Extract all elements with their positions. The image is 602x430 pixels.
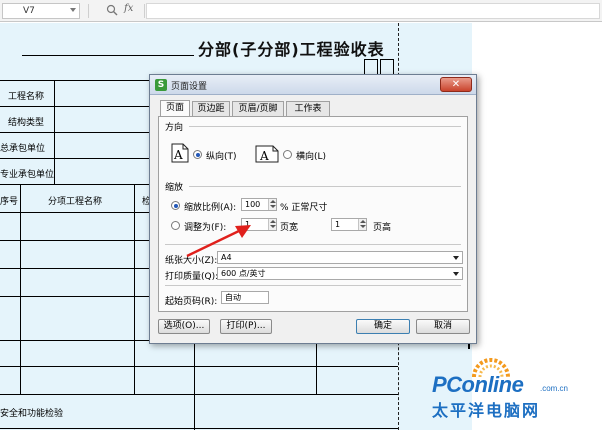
tab-sheet[interactable]: 工作表	[286, 101, 330, 116]
page-setup-dialog: S 页面设置 ✕ 页面 页边距 页眉/页脚 工作表 方向 A 纵向(T) A 横…	[149, 74, 477, 344]
header-cell-index: 序号	[0, 197, 19, 207]
formula-bar: V7 fx	[0, 0, 602, 22]
fit-tall-input[interactable]: 1	[331, 218, 367, 231]
orientation-group-label: 方向	[165, 123, 184, 133]
chevron-down-icon[interactable]	[453, 256, 459, 260]
scale-ratio-value: 100	[245, 200, 261, 209]
portrait-radio[interactable]	[193, 150, 202, 159]
table-border	[0, 394, 398, 395]
print-button[interactable]: 打印(P)...	[220, 319, 272, 334]
dialog-titlebar[interactable]: S 页面设置 ✕	[150, 75, 476, 95]
scale-ratio-label: 缩放比例(A):	[184, 203, 237, 213]
row-label-general-contractor: 总承包单位	[0, 144, 46, 154]
group-divider	[189, 186, 461, 187]
print-quality-label: 打印质量(Q):	[165, 272, 219, 282]
table-border	[54, 80, 55, 184]
svg-text:A: A	[259, 149, 269, 163]
table-border	[316, 340, 317, 394]
landscape-page-icon: A	[255, 145, 279, 163]
tab-panel-page: 方向 A 纵向(T) A 横向(L) 缩放 缩放比例(A): 100 % 正常尺…	[158, 116, 468, 312]
header-cell-item-name: 分项工程名称	[48, 197, 103, 207]
scale-ratio-suffix: % 正常尺寸	[280, 203, 328, 213]
table-border	[134, 184, 135, 394]
annotation-arrow-icon	[186, 225, 251, 258]
dialog-title: 页面设置	[171, 82, 208, 92]
table-border	[0, 366, 398, 367]
fit-tall-suffix: 页高	[373, 223, 392, 233]
fit-tall-value: 1	[335, 220, 341, 229]
portrait-label: 纵向(T)	[206, 152, 237, 162]
table-border	[0, 428, 398, 429]
spin-up-icon[interactable]	[270, 220, 276, 223]
cell-reference: V7	[23, 6, 35, 16]
chevron-down-icon[interactable]	[453, 272, 459, 276]
spin-up-icon[interactable]	[360, 220, 366, 223]
formula-input[interactable]	[146, 3, 600, 19]
row-label-project-name: 工程名称	[8, 92, 45, 102]
scaling-group-label: 缩放	[165, 183, 184, 193]
table-border	[20, 184, 21, 394]
ok-button[interactable]: 确定	[356, 319, 410, 334]
spin-up-icon[interactable]	[270, 200, 276, 203]
tab-header-footer[interactable]: 页眉/页脚	[232, 101, 284, 116]
portrait-page-icon: A	[171, 143, 189, 163]
sheet-title: 分部(子分部)工程验收表	[198, 40, 385, 59]
spin-down-icon[interactable]	[270, 205, 276, 208]
tab-margins[interactable]: 页边距	[192, 101, 230, 116]
fit-to-radio[interactable]	[171, 221, 180, 230]
tab-page[interactable]: 页面	[160, 100, 190, 116]
name-box[interactable]: V7	[2, 3, 80, 19]
scale-ratio-stepper[interactable]	[268, 199, 276, 210]
formula-bar-divider	[144, 4, 145, 18]
fit-wide-suffix: 页宽	[280, 223, 299, 233]
watermark-domain: .com.cn	[540, 384, 569, 393]
fit-tall-stepper[interactable]	[358, 219, 366, 230]
landscape-label: 横向(L)	[296, 152, 327, 162]
project-name-underline	[22, 55, 194, 56]
fit-wide-stepper[interactable]	[268, 219, 276, 230]
table-border	[194, 340, 195, 430]
spin-down-icon[interactable]	[360, 225, 366, 228]
print-quality-value: 600 点/英寸	[221, 269, 266, 278]
scale-ratio-radio[interactable]	[171, 201, 180, 210]
spin-down-icon[interactable]	[270, 225, 276, 228]
svg-text:A: A	[173, 148, 183, 162]
zoom-icon[interactable]	[106, 4, 118, 16]
footer-label-safety: 安全和功能检验	[0, 409, 64, 419]
wps-app-icon: S	[155, 79, 167, 91]
landscape-radio[interactable]	[283, 150, 292, 159]
name-box-dropdown-icon[interactable]	[70, 8, 76, 12]
formula-bar-divider	[88, 4, 89, 18]
print-quality-select[interactable]: 600 点/英寸	[217, 267, 463, 280]
watermark-chinese-name: 太平洋电脑网	[432, 401, 541, 420]
first-page-label: 起始页码(R):	[165, 297, 218, 307]
row-label-subcontractor: 专业承包单位	[0, 170, 55, 180]
row-label-structure-type: 结构类型	[8, 118, 45, 128]
fx-icon[interactable]: fx	[124, 3, 133, 14]
close-icon: ✕	[451, 79, 461, 90]
scale-ratio-input[interactable]: 100	[241, 198, 277, 211]
options-button[interactable]: 选项(O)...	[158, 319, 210, 334]
watermark-brand: PConline	[432, 372, 524, 397]
first-page-input[interactable]: 自动	[221, 291, 269, 304]
group-divider	[189, 126, 461, 127]
cancel-button[interactable]: 取消	[416, 319, 470, 334]
group-divider	[165, 285, 461, 286]
close-button[interactable]: ✕	[440, 77, 472, 92]
